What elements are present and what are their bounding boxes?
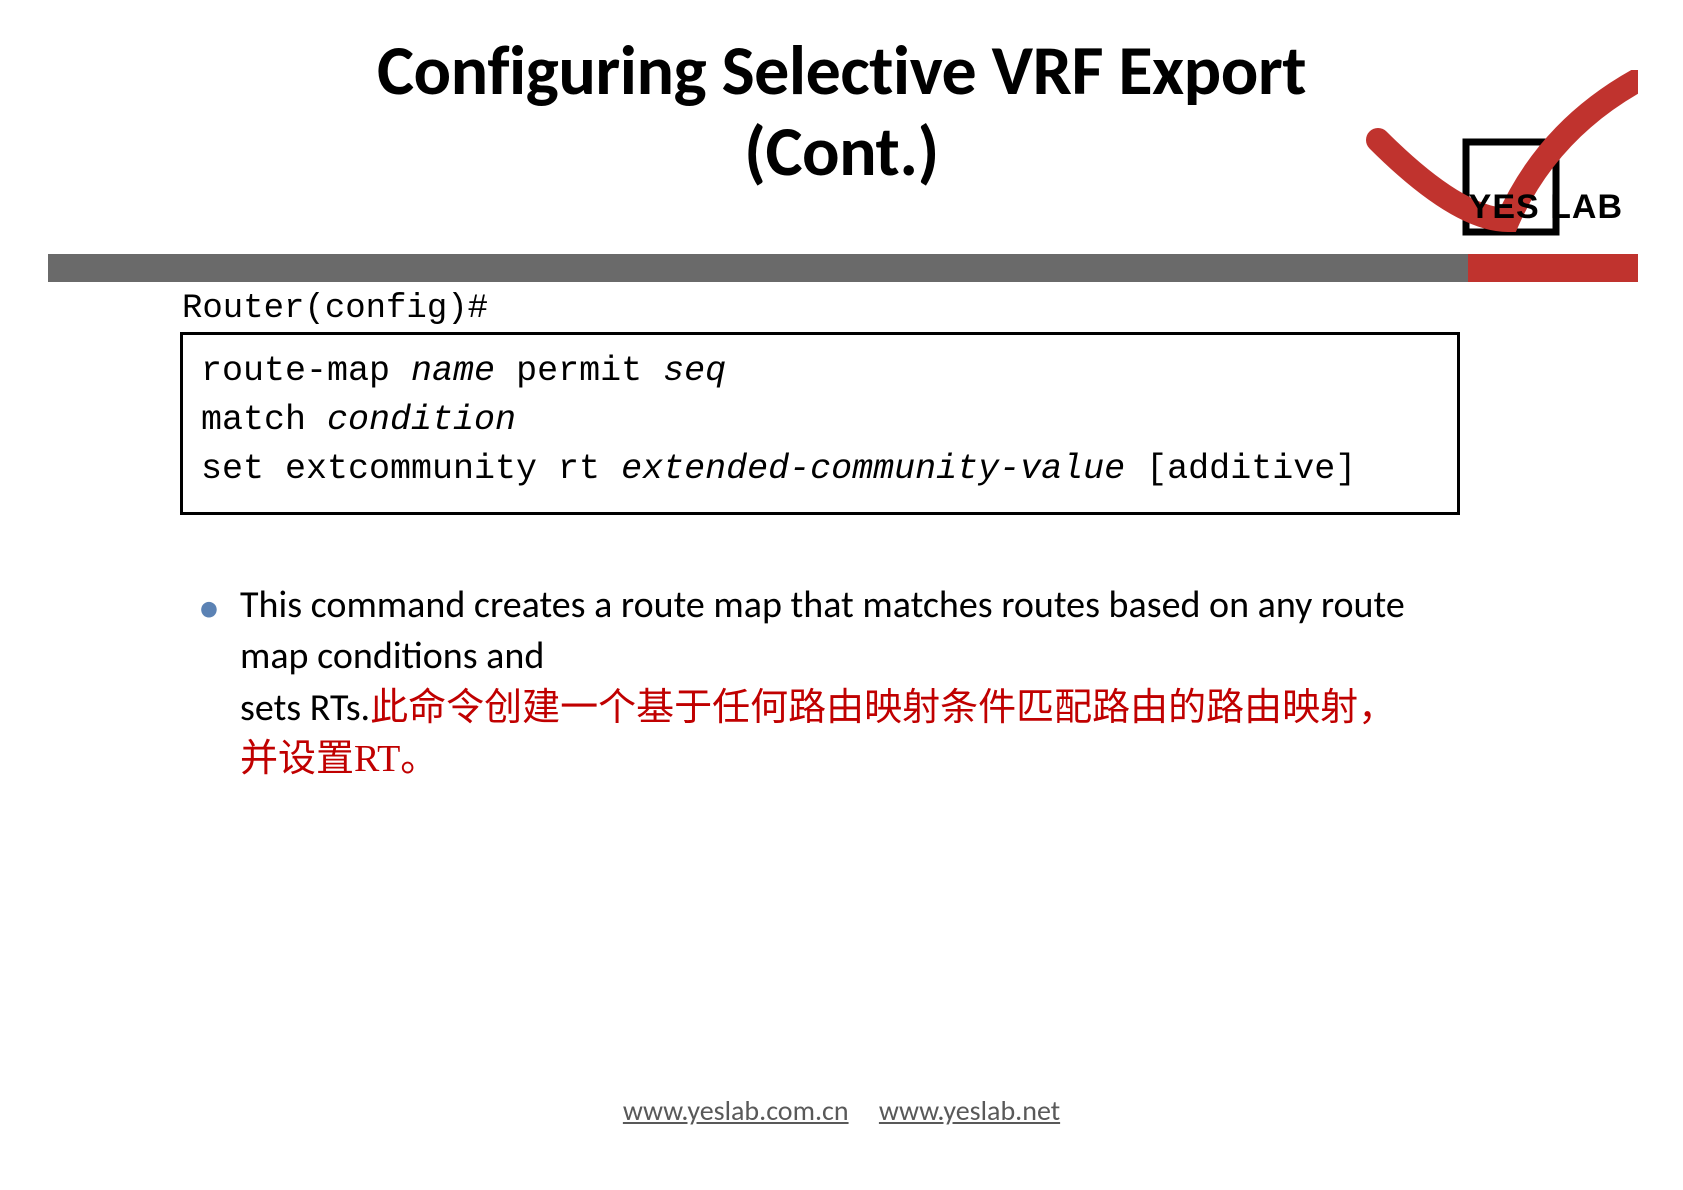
code-text: [additive] [1125, 449, 1356, 489]
code-box: route-map name permit seq match conditio… [180, 332, 1460, 515]
divider-bar [48, 254, 1638, 282]
footer-link-1[interactable]: www.yeslab.com.cn [623, 1093, 849, 1128]
code-line-2: match condition [201, 396, 1439, 445]
bullet-text-cn-1: 此命令创建一个基于任何路由映射条件匹配路由的路由映射， [370, 687, 1396, 729]
code-param: seq [663, 351, 726, 391]
code-param: name [411, 351, 495, 391]
footer-links: www.yeslab.com.cn www.yeslab.net [0, 1093, 1683, 1128]
cli-prompt: Router(config)# [182, 290, 488, 328]
divider-accent [1468, 254, 1638, 282]
bullet-item: This command creates a route map that ma… [190, 580, 1450, 785]
code-text: permit [495, 351, 663, 391]
code-text: match [201, 400, 327, 440]
code-param: extended-community-value [621, 449, 1125, 489]
bullet-text-cn-2: 并设置RT。 [240, 738, 438, 780]
code-param: condition [327, 400, 516, 440]
bullet-list: This command creates a route map that ma… [190, 580, 1450, 785]
bullet-text-en-2: sets RTs. [240, 685, 370, 731]
code-text: set extcommunity rt [201, 449, 621, 489]
code-line-1: route-map name permit seq [201, 347, 1439, 396]
code-text: route-map [201, 351, 411, 391]
bullet-text-en: This command creates a route map that ma… [240, 582, 1405, 679]
code-line-3: set extcommunity rt extended-community-v… [201, 445, 1439, 494]
footer-link-2[interactable]: www.yeslab.net [879, 1093, 1060, 1128]
logo-text: YES LAB [1469, 188, 1623, 227]
slide: Configuring Selective VRF Export (Cont.)… [0, 0, 1683, 1190]
